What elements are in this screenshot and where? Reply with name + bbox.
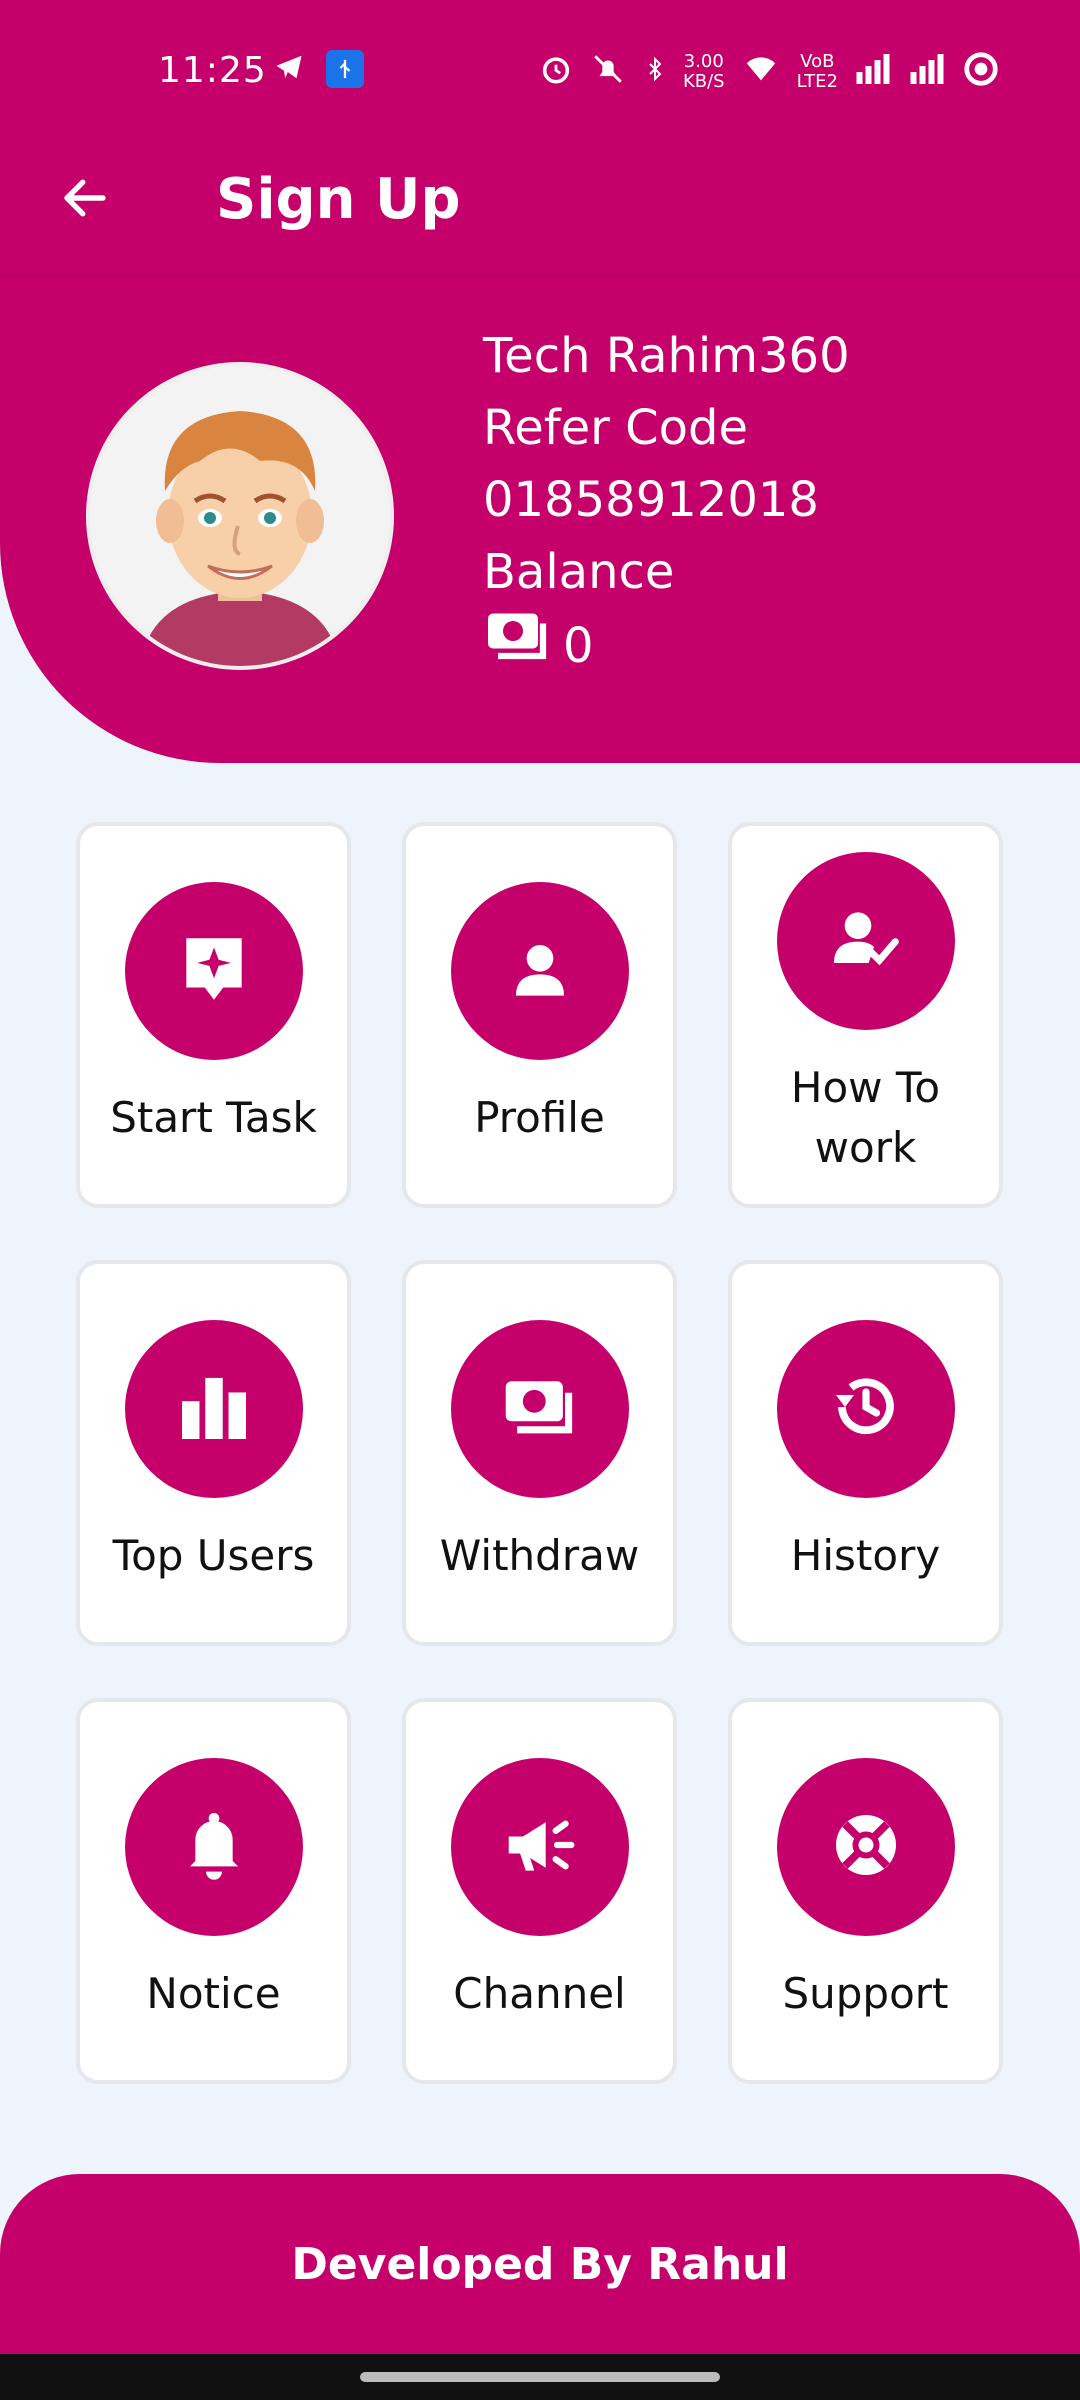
- alarm-icon: [539, 52, 573, 92]
- tile-label: History: [790, 1531, 941, 1580]
- balance-value: 0: [563, 618, 594, 674]
- balance-row: 0: [483, 608, 850, 684]
- tile-icon-circle: [776, 852, 955, 1030]
- start-task-tile[interactable]: Start Task: [76, 822, 351, 1208]
- notice-tile[interactable]: Notice: [76, 1698, 351, 2084]
- status-time: 11:25: [158, 50, 267, 91]
- history-tile[interactable]: History: [728, 1260, 1003, 1646]
- tile-label: Start Task: [110, 1093, 317, 1142]
- tile-label: How To work: [790, 1063, 941, 1172]
- tile-icon-circle: [450, 882, 629, 1060]
- withdraw-tile[interactable]: Withdraw: [402, 1260, 677, 1646]
- back-button[interactable]: [50, 165, 120, 235]
- support-tile[interactable]: Support: [728, 1698, 1003, 2084]
- lifebuoy-icon: [830, 1809, 902, 1885]
- tile-icon-circle: [450, 1758, 629, 1936]
- status-left-icons: [272, 50, 364, 88]
- tile-icon-circle: [776, 1758, 955, 1936]
- balance-label: Balance: [483, 544, 675, 600]
- tile-icon-circle: [776, 1320, 955, 1498]
- tile-label: Withdraw: [439, 1531, 640, 1580]
- status-right-icons: 3.00 KB/S VoB LTE2: [539, 50, 1000, 94]
- volte-label-top: VoB: [800, 51, 835, 72]
- home-gesture-handle[interactable]: [360, 2372, 720, 2382]
- menu-grid: Start Task Profile How To work Top Users: [76, 822, 1004, 2084]
- tile-label: Channel: [453, 1969, 626, 2018]
- volte-label: VoB LTE2: [797, 52, 838, 92]
- signal-icon: [908, 54, 946, 90]
- wifi-icon: [741, 52, 781, 92]
- refer-code-label: Refer Code: [483, 400, 749, 456]
- usb-icon: [326, 50, 364, 88]
- tile-icon-circle: [124, 882, 303, 1060]
- tile-label: Profile: [474, 1093, 605, 1142]
- network-speed-value: 3.00: [683, 51, 724, 72]
- footer-banner: Developed By Rahul: [0, 2174, 1080, 2354]
- network-speed: 3.00 KB/S: [683, 52, 725, 92]
- profile-header: Tech Rahim360 Refer Code 01858912018 Bal…: [0, 275, 1080, 763]
- tile-label: Support: [782, 1969, 949, 2018]
- top-users-tile[interactable]: Top Users: [76, 1260, 351, 1646]
- tile-label: Notice: [146, 1969, 281, 2018]
- money-icon: [483, 608, 553, 684]
- how-to-work-tile[interactable]: How To work: [728, 822, 1003, 1208]
- page-title: Sign Up: [216, 167, 461, 232]
- tile-label: Top Users: [112, 1531, 315, 1580]
- bar-chart-icon: [178, 1375, 250, 1443]
- arrow-left-icon: [58, 171, 112, 229]
- tile-icon-circle: [450, 1320, 629, 1498]
- profile-tile[interactable]: Profile: [402, 822, 677, 1208]
- signal-icon: [854, 54, 892, 90]
- system-nav-bar: [0, 2354, 1080, 2400]
- user-check-icon: [831, 907, 901, 975]
- avatar: [86, 362, 394, 670]
- profile-info: Tech Rahim360 Refer Code 01858912018 Bal…: [483, 320, 850, 684]
- tile-icon-circle: [124, 1320, 303, 1498]
- money-icon: [500, 1375, 580, 1443]
- tile-icon-circle: [124, 1758, 303, 1936]
- mute-icon: [589, 52, 627, 92]
- status-bar: 11:25 3.00 KB/S VoB LTE2: [0, 0, 1080, 140]
- developer-credit: Developed By Rahul: [291, 2238, 789, 2290]
- person-icon: [508, 937, 572, 1005]
- battery-icon: [962, 50, 1000, 94]
- app-bar: Sign Up: [0, 140, 1080, 275]
- sparkle-message-icon: [176, 929, 252, 1013]
- history-icon: [830, 1371, 902, 1447]
- bell-icon: [182, 1809, 246, 1885]
- user-name: Tech Rahim360: [483, 328, 850, 384]
- volte-label-bottom: LTE2: [796, 71, 838, 92]
- megaphone-icon: [503, 1813, 577, 1881]
- telegram-icon: [272, 52, 306, 86]
- refer-code-value: 01858912018: [483, 472, 819, 528]
- network-speed-unit: KB/S: [682, 71, 725, 92]
- bluetooth-icon: [643, 52, 667, 92]
- channel-tile[interactable]: Channel: [402, 1698, 677, 2084]
